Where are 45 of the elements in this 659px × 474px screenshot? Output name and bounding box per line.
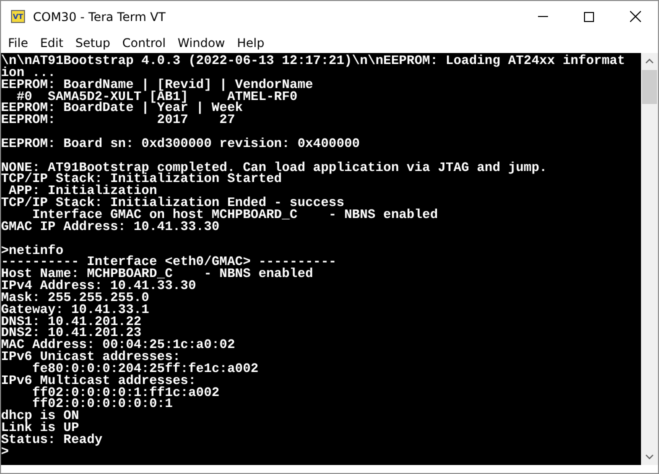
terminal-line: Link is UP [1, 422, 80, 434]
window-title: COM30 - Tera Term VT [33, 10, 167, 24]
terminal-line: EEPROM: BoardName | [Revid] | VendorName [1, 78, 314, 91]
terminal-line: TCP/IP Stack: Initialization Ended - success [1, 197, 345, 209]
scroll-thumb[interactable] [642, 70, 657, 104]
terminal-line: dhcp is ON [1, 410, 80, 422]
terminal-line: ff02:0:0:0:0:1:ff1c:a002 [31, 386, 220, 398]
terminal-line: NONE: AT91Bootstrap completed. Can load application via JTAG and jump. [1, 162, 548, 174]
terminal-line: ff02:0:0:0:0:0:0:1 [32, 398, 173, 410]
terminal-line: Status: Ready [1, 434, 104, 446]
menu-item[interactable]: Setup [69, 33, 116, 52]
terminal-line: EEPROM: Board sn: 0xd300000 revision: 0x400000 [1, 138, 361, 150]
menu-item[interactable]: Help [231, 33, 270, 52]
terminal-line: APP: Initialization [8, 185, 158, 198]
terminal-line: IPv4 Address: 10.41.33.30 [1, 280, 198, 292]
terminal-line: ion ... [1, 66, 56, 79]
terminal-line: fe80:0:0:0:204:25ff:fe1c:a002 [32, 362, 260, 375]
terminal-line: EEPROM: BoardDate | Year | Week [1, 102, 243, 114]
terminal-line: IPv6 Unicast addresses: [1, 351, 180, 363]
terminal-line: MAC Address: 00:04:25:1c:a0:02 [1, 339, 236, 352]
scroll-down-icon[interactable] [645, 454, 654, 460]
terminal-line: Host Name: MCHPBOARD_C - NBNS enabled [1, 268, 314, 280]
terminal-line: ---------- Interface <eth0/GMAC> ---------- [1, 256, 338, 268]
terminal-line: DNS1: 10.41.201.22 [1, 316, 142, 328]
menu-item[interactable]: Edit [34, 33, 70, 52]
terminal-line: Interface GMAC on host MCHPBOARD_C - NBNS enabled [32, 208, 439, 221]
menu-item[interactable]: Control [116, 33, 172, 52]
scrollbar[interactable] [641, 53, 658, 465]
minimize-icon [538, 16, 548, 17]
terminal-line: > [1, 446, 10, 458]
maximize-icon [584, 12, 594, 22]
terminal-line: IPv6 Multicast addresses: [1, 374, 196, 387]
terminal-line: Gateway: 10.41.33.1 [1, 304, 150, 316]
scroll-up-icon[interactable] [645, 58, 654, 64]
terminal-line: #0 SAMA5D2-XULT [AB1] ATMEL-RF0 [16, 90, 298, 102]
terminal-line: DNS2: 10.41.201.23 [1, 327, 142, 340]
close-icon [630, 11, 640, 22]
terminal-line: GMAC IP Address: 10.41.33.30 [1, 220, 220, 233]
terminal-line: EEPROM: 2017 27 [1, 114, 236, 126]
terminal-line: TCP/IP Stack: Initialization Started [1, 173, 282, 186]
menu-item[interactable]: Window [172, 33, 231, 52]
terminal-line: Mask: 255.255.255.0 [1, 292, 150, 304]
terminal-line: >netinfo [1, 244, 64, 256]
terminal-line: \n\nAT91Bootstrap 4.0.3 (2022-06-13 12:17:21)\n\nEEPROM: Loading AT24xx informat [1, 55, 626, 67]
menu-item[interactable]: File [2, 33, 34, 52]
